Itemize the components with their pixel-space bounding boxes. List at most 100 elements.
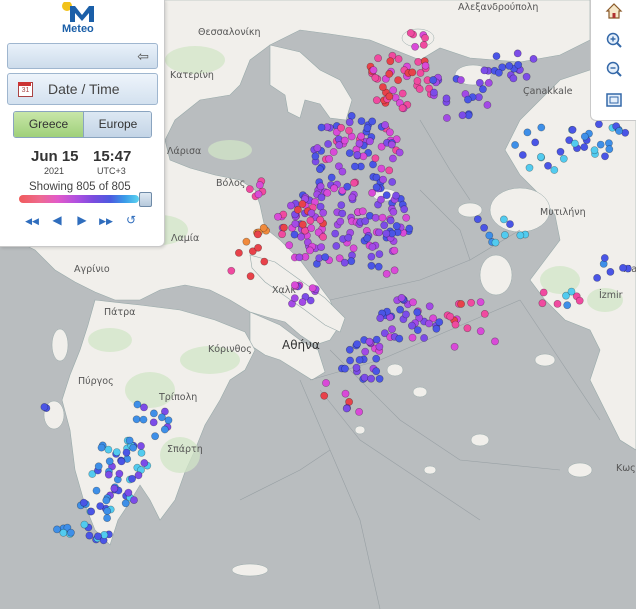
lightning-dot bbox=[388, 325, 396, 334]
rewind-fast-button[interactable]: ◀◀ bbox=[23, 212, 41, 228]
lightning-dot bbox=[97, 443, 106, 452]
lightning-dot bbox=[130, 496, 138, 504]
lightning-dot bbox=[110, 484, 119, 493]
lightning-dot bbox=[338, 209, 347, 218]
lightning-dot bbox=[396, 305, 404, 314]
lightning-dot bbox=[538, 299, 547, 308]
home-icon bbox=[605, 3, 623, 19]
lightning-dot bbox=[355, 356, 364, 364]
lightning-dot bbox=[492, 52, 501, 60]
lightning-dot bbox=[544, 161, 552, 170]
lightning-dot bbox=[408, 333, 417, 342]
zoom-in-button[interactable] bbox=[603, 31, 625, 53]
lightning-dot bbox=[537, 123, 546, 132]
lightning-dot bbox=[513, 49, 522, 58]
label-katerini: Κατερίνη bbox=[170, 70, 214, 81]
zoom-controls bbox=[590, 0, 636, 121]
lightning-dot bbox=[53, 525, 61, 534]
back-arrow-icon: ⇦ bbox=[137, 48, 149, 64]
reset-button[interactable]: ↺ bbox=[122, 212, 140, 228]
zoom-out-button[interactable] bbox=[603, 60, 625, 82]
island-naxos bbox=[470, 433, 490, 447]
lightning-dot bbox=[319, 208, 328, 217]
tab-europe[interactable]: Europe bbox=[83, 112, 151, 137]
lightning-dot bbox=[100, 531, 109, 539]
island-samos bbox=[534, 353, 556, 367]
lightning-dot bbox=[332, 242, 341, 250]
lightning-dot bbox=[103, 507, 112, 515]
label-mytilini: Μυτιλήνη bbox=[540, 207, 586, 218]
lightning-dot bbox=[397, 293, 406, 302]
lightning-dot bbox=[320, 391, 329, 400]
lightning-dot bbox=[385, 70, 394, 78]
step-forward-button[interactable]: ▶ bbox=[73, 212, 91, 228]
zoom-out-icon bbox=[606, 61, 622, 77]
island-kefalonia bbox=[51, 328, 69, 362]
island-agios-efstratios bbox=[457, 202, 483, 218]
lightning-dot bbox=[342, 404, 351, 413]
lightning-dot bbox=[415, 85, 424, 93]
lightning-dot bbox=[420, 334, 428, 342]
lightning-dot bbox=[340, 136, 349, 145]
lightning-dot bbox=[491, 238, 500, 247]
lightning-dot bbox=[385, 92, 394, 101]
lightning-dot bbox=[315, 165, 324, 174]
date-time-button[interactable]: 31 Date / Time bbox=[7, 73, 158, 105]
lightning-dot bbox=[456, 76, 465, 84]
lightning-dot bbox=[117, 457, 126, 466]
lightning-dot bbox=[539, 288, 548, 297]
lightning-dot bbox=[128, 474, 136, 483]
lightning-dot bbox=[246, 272, 255, 281]
lightning-dot bbox=[325, 154, 333, 163]
lightning-dot bbox=[357, 117, 366, 125]
lightning-dot bbox=[511, 141, 519, 149]
lightning-dot bbox=[390, 246, 399, 255]
lightning-dot bbox=[480, 223, 488, 232]
lightning-dot bbox=[596, 140, 605, 149]
zoom-extent-button[interactable] bbox=[603, 91, 625, 113]
lightning-dot bbox=[345, 118, 354, 127]
lightning-dot bbox=[92, 486, 101, 495]
lightning-dot bbox=[348, 193, 357, 202]
lightning-dot bbox=[500, 231, 509, 239]
lightning-dot bbox=[378, 83, 387, 91]
collapse-panel-button[interactable]: ⇦ bbox=[7, 43, 158, 69]
lightning-dot bbox=[563, 301, 572, 310]
island-kythira bbox=[231, 563, 269, 577]
lightning-dot bbox=[367, 261, 376, 270]
lightning-dot bbox=[595, 120, 603, 129]
lightning-dot bbox=[430, 88, 438, 97]
home-button[interactable] bbox=[603, 2, 625, 24]
lightning-dot bbox=[392, 222, 401, 230]
lightning-dot bbox=[450, 342, 459, 351]
lightning-dot bbox=[321, 253, 330, 261]
lightning-dot bbox=[525, 163, 534, 172]
lightning-dot bbox=[435, 318, 444, 326]
lightning-dot bbox=[353, 340, 361, 348]
forward-fast-button[interactable]: ▶▶ bbox=[97, 212, 115, 228]
lightning-dot bbox=[398, 104, 407, 112]
lightning-dot bbox=[376, 314, 385, 322]
step-back-button[interactable]: ◀ bbox=[48, 212, 66, 228]
lightning-dot bbox=[553, 299, 562, 308]
tab-greece[interactable]: Greece bbox=[14, 112, 83, 137]
lightning-dot bbox=[615, 127, 623, 135]
lightning-dot bbox=[372, 367, 381, 376]
lightning-dot bbox=[345, 126, 353, 135]
lightning-dot bbox=[368, 243, 377, 251]
lightning-dot bbox=[350, 178, 358, 187]
lightning-dot bbox=[104, 445, 113, 454]
lightning-dot bbox=[137, 442, 145, 450]
lightning-dot bbox=[429, 76, 437, 84]
lightning-dot bbox=[311, 152, 320, 161]
lightning-dot bbox=[556, 147, 565, 156]
lightning-dot bbox=[105, 457, 114, 466]
lightning-dot bbox=[85, 531, 94, 540]
rewind-fast-icon: ◀◀ bbox=[25, 216, 39, 226]
lightning-dot bbox=[319, 233, 327, 241]
reset-icon: ↺ bbox=[125, 213, 137, 227]
time-slider-handle[interactable] bbox=[139, 192, 152, 207]
lightning-dot bbox=[96, 502, 105, 510]
lightning-dot bbox=[575, 296, 584, 305]
lightning-dot bbox=[140, 403, 148, 412]
